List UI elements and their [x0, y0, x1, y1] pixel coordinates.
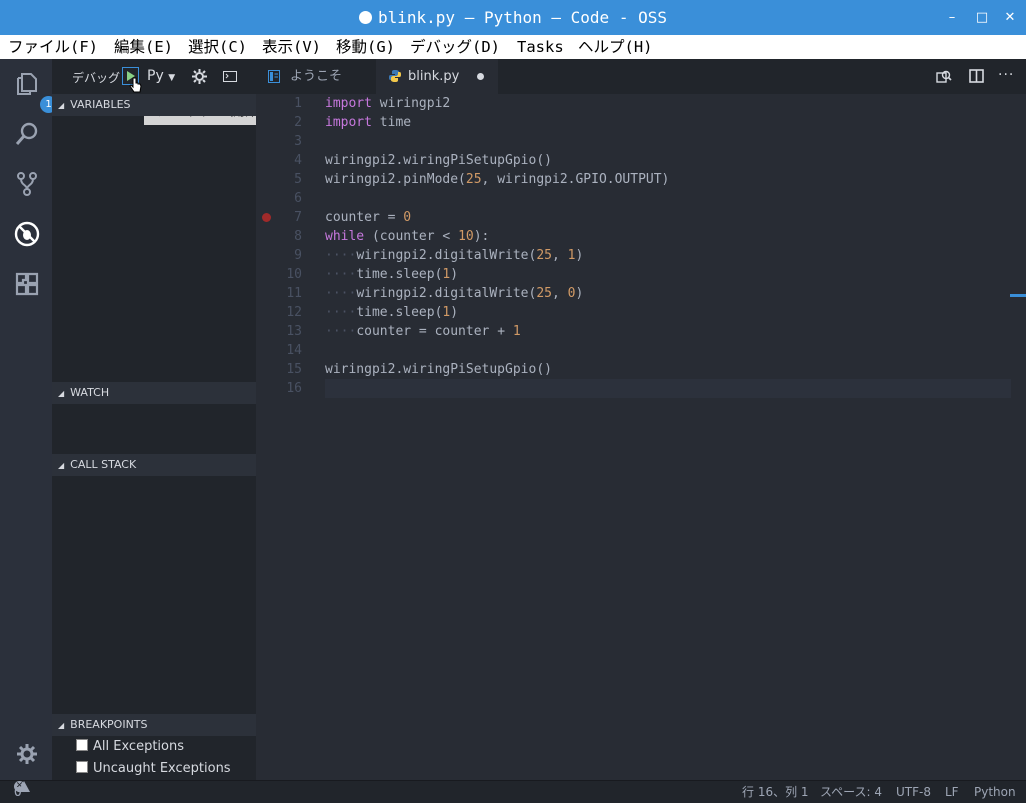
- code-line: import time: [325, 115, 412, 130]
- code-line: while (counter < 10):: [325, 229, 490, 244]
- tab-welcome[interactable]: ようこそ: [256, 59, 374, 94]
- menu-go[interactable]: 移動(G): [336, 35, 395, 59]
- variables-section-header[interactable]: ◢ VARIABLES: [52, 94, 256, 116]
- title-bar: blink.py — Python — Code - OSS – □ ✕: [0, 0, 1026, 35]
- python-icon: [389, 70, 401, 82]
- line-number: 3: [294, 134, 302, 149]
- code-line: wiringpi2.wiringPiSetupGpio(): [325, 362, 552, 377]
- menu-tasks[interactable]: Tasks: [517, 35, 564, 59]
- code-editor[interactable]: 1 2 3 4 5 6 7 8 9 10 11 12 13 14 15 16 i…: [256, 94, 1026, 780]
- extensions-icon[interactable]: [14, 271, 40, 297]
- watch-section-header[interactable]: ◢ WATCH: [52, 382, 256, 404]
- encoding[interactable]: UTF-8: [896, 781, 931, 803]
- debug-icon[interactable]: [14, 221, 40, 247]
- unsaved-dot-icon[interactable]: [477, 73, 484, 80]
- activity-bar: 1: [0, 59, 57, 780]
- mouse-cursor-icon: [129, 77, 142, 93]
- menu-debug[interactable]: デバッグ(D): [410, 35, 500, 59]
- menu-bar: ファイル(F) 編集(E) 選択(C) 表示(V) 移動(G) デバッグ(D) …: [0, 35, 1026, 59]
- line-number: 11: [286, 286, 302, 301]
- line-number: 7: [294, 210, 302, 225]
- split-editor-icon[interactable]: [969, 69, 985, 84]
- line-number: 4: [294, 153, 302, 168]
- scrollbar-marker: [1010, 294, 1026, 297]
- window-title: blink.py — Python — Code - OSS: [0, 0, 1026, 35]
- breakpoint-uncaught-exceptions[interactable]: Uncaught Exceptions: [76, 758, 231, 780]
- minimize-button[interactable]: –: [940, 0, 964, 35]
- code-line: wiringpi2.pinMode(25, wiringpi2.GPIO.OUT…: [325, 172, 670, 187]
- end-of-line[interactable]: LF: [945, 781, 959, 803]
- line-number: 1: [294, 96, 302, 111]
- tab-blink-py[interactable]: blink.py: [376, 59, 498, 94]
- line-number: 14: [286, 343, 302, 358]
- current-line-highlight: [325, 379, 1011, 398]
- call-stack-section-header[interactable]: ◢ CALL STACK: [52, 454, 256, 476]
- open-changes-icon[interactable]: [936, 69, 952, 85]
- checkbox[interactable]: [76, 761, 88, 773]
- collapse-triangle-icon: ◢: [58, 389, 65, 398]
- line-number: 6: [294, 191, 302, 206]
- welcome-icon: [268, 70, 280, 83]
- checkbox[interactable]: [76, 739, 88, 751]
- collapse-triangle-icon: ◢: [58, 461, 65, 470]
- close-button[interactable]: ✕: [998, 0, 1022, 35]
- menu-view[interactable]: 表示(V): [262, 35, 321, 59]
- maximize-button[interactable]: □: [970, 0, 994, 35]
- modified-dot-icon: [359, 11, 372, 24]
- code-line: ····wiringpi2.digitalWrite(25, 0): [325, 286, 584, 301]
- line-number: 10: [286, 267, 302, 282]
- menu-file[interactable]: ファイル(F): [8, 35, 98, 59]
- breakpoint-all-exceptions[interactable]: All Exceptions: [76, 736, 184, 758]
- code-line: import wiringpi2: [325, 96, 451, 111]
- cursor-position[interactable]: 行 16、列 1: [742, 781, 809, 803]
- language-mode[interactable]: Python: [974, 781, 1016, 803]
- more-actions-icon[interactable]: ···: [998, 67, 1014, 83]
- debug-sidebar: [52, 59, 256, 780]
- search-icon[interactable]: [14, 121, 40, 147]
- breakpoints-section-header[interactable]: ◢ BREAKPOINTS: [52, 714, 256, 736]
- menu-selection[interactable]: 選択(C): [188, 35, 247, 59]
- source-control-icon[interactable]: [14, 171, 40, 197]
- debug-toolbar: デバッグ Py ▼: [52, 59, 256, 94]
- code-line: wiringpi2.wiringPiSetupGpio(): [325, 153, 552, 168]
- code-line: ····time.sleep(1): [325, 305, 459, 320]
- line-number: 15: [286, 362, 302, 377]
- tab-bar: ようこそ blink.py ···: [256, 59, 1026, 94]
- debug-console-icon[interactable]: [223, 71, 237, 82]
- code-line: ····wiringpi2.digitalWrite(25, 1): [325, 248, 584, 263]
- line-number: 9: [294, 248, 302, 263]
- status-bar: ✕ 0 0 行 16、列 1 スペース: 4 UTF-8 LF Python: [0, 780, 1026, 803]
- debug-settings-gear-icon[interactable]: [192, 69, 207, 84]
- chevron-down-icon: ▼: [168, 73, 176, 83]
- line-number: 16: [286, 381, 302, 396]
- line-number: 2: [294, 115, 302, 130]
- code-line: ····counter = counter + 1: [325, 324, 521, 339]
- debug-config-select[interactable]: Py ▼: [147, 68, 175, 84]
- menu-edit[interactable]: 編集(E): [114, 35, 173, 59]
- collapse-triangle-icon: ◢: [58, 101, 65, 110]
- explorer-icon[interactable]: 1: [14, 71, 57, 113]
- code-line: ····time.sleep(1): [325, 267, 459, 282]
- indentation[interactable]: スペース: 4: [820, 781, 882, 803]
- collapse-triangle-icon: ◢: [58, 721, 65, 730]
- line-number: 8: [294, 229, 302, 244]
- code-line: counter = 0: [325, 210, 412, 225]
- line-number: 12: [286, 305, 302, 320]
- menu-help[interactable]: ヘルプ(H): [578, 35, 653, 59]
- settings-gear-icon[interactable]: [14, 741, 40, 767]
- line-number: 13: [286, 324, 302, 339]
- debug-label: デバッグ: [72, 71, 121, 85]
- line-number: 5: [294, 172, 302, 187]
